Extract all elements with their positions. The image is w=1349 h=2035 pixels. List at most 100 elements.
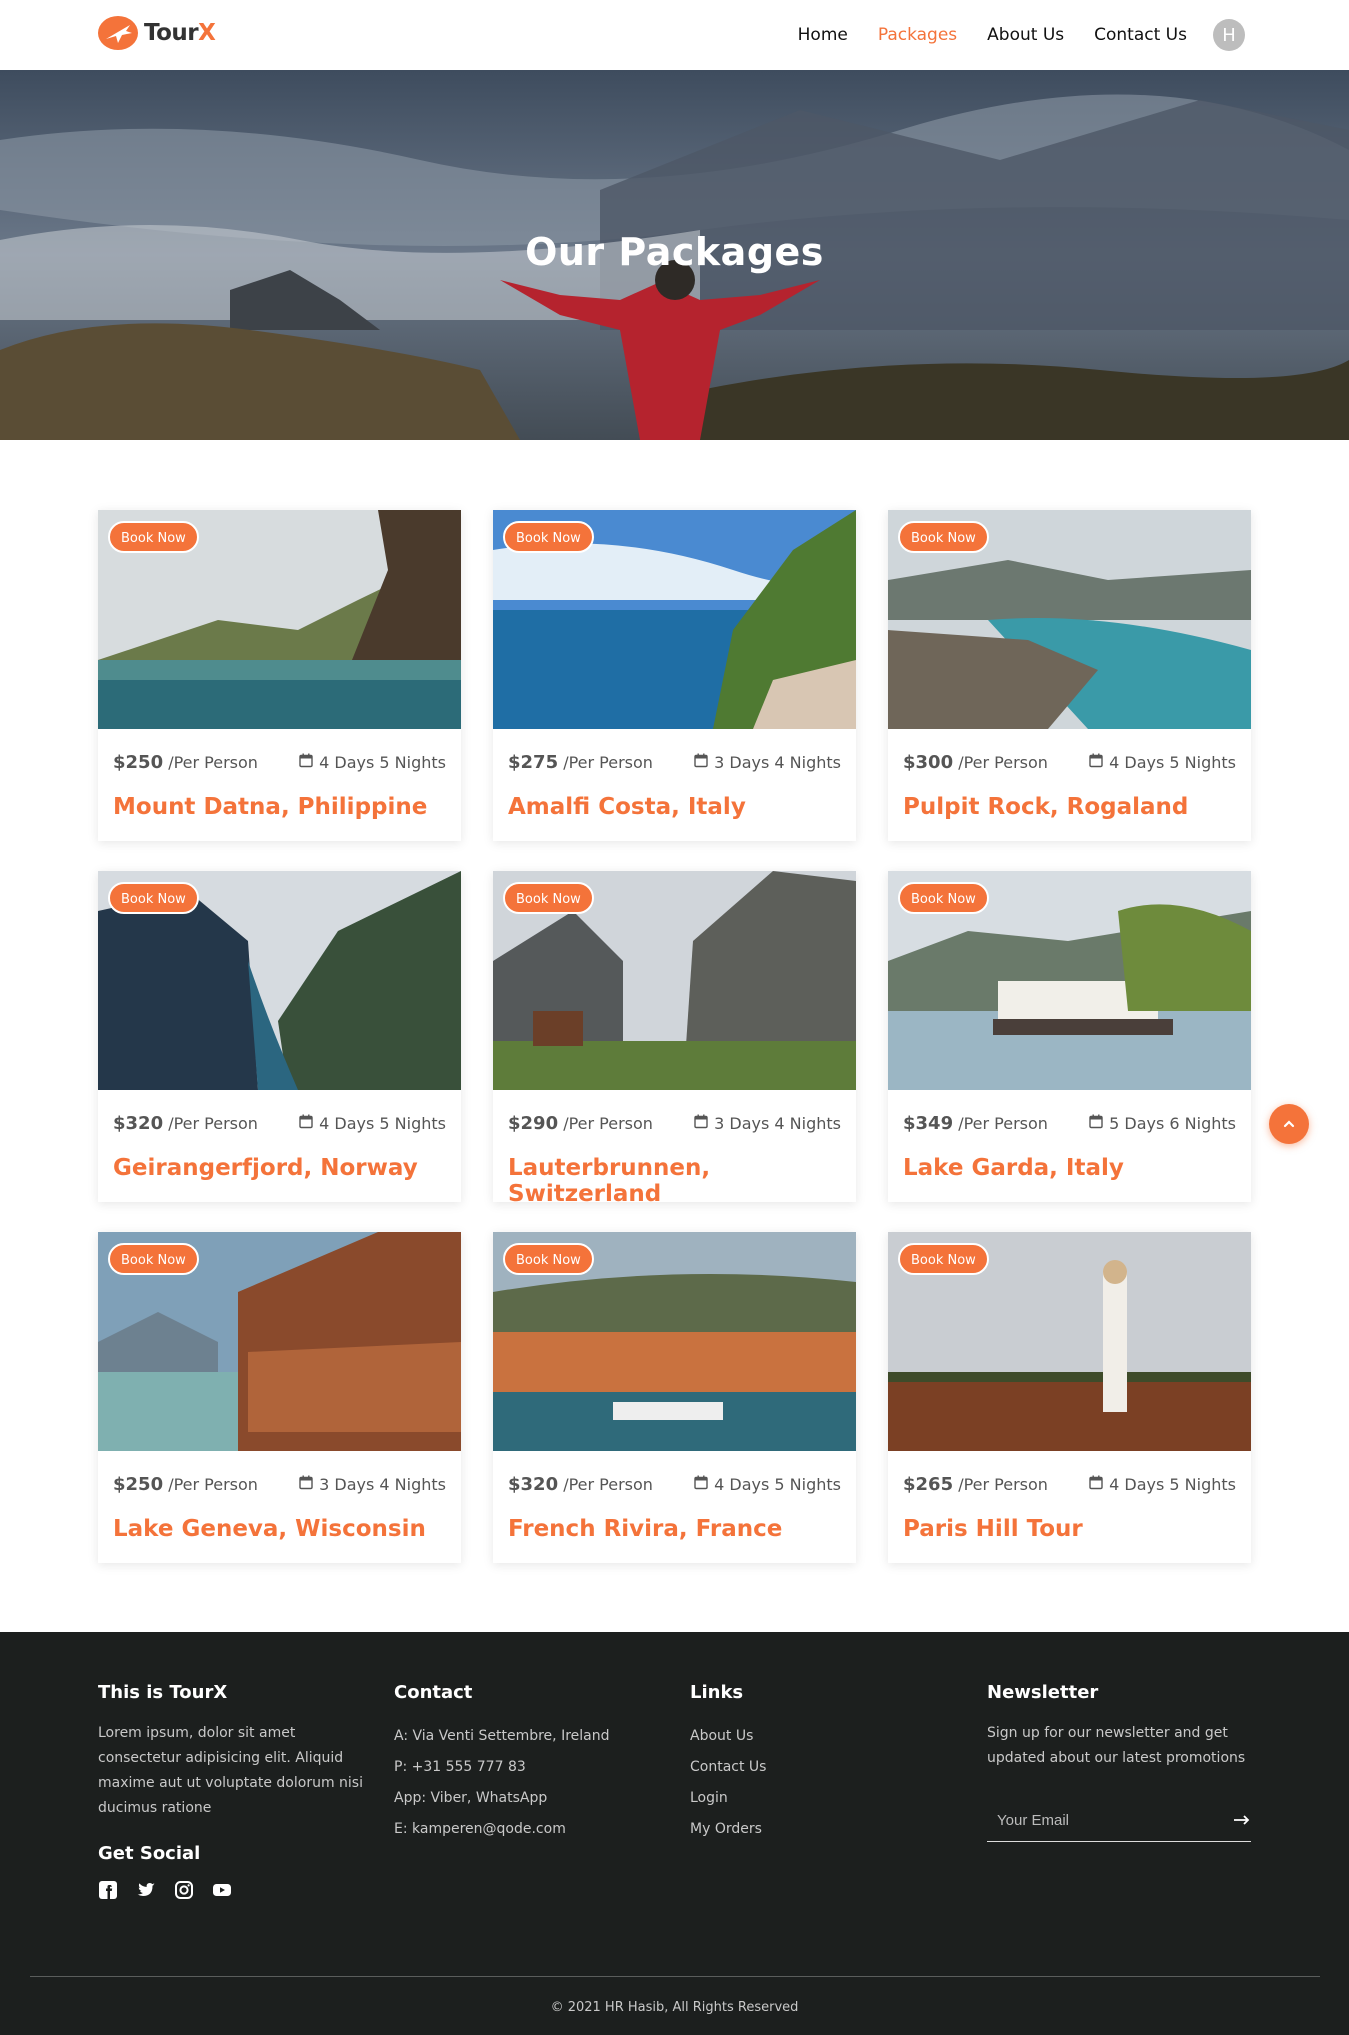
package-title[interactable]: French Rivira, France <box>508 1516 782 1542</box>
package-price-unit: /Per Person <box>958 1113 1048 1133</box>
package-title[interactable]: Pulpit Rock, Rogaland <box>903 794 1188 820</box>
footer-about-heading: This is TourX <box>98 1682 228 1703</box>
package-duration: 3 Days 4 Nights <box>714 752 841 772</box>
package-price-unit: /Per Person <box>168 1113 258 1133</box>
footer-link-login[interactable]: Login <box>690 1783 890 1814</box>
package-card[interactable]: Book Now $320 /Per Person 4 Days 5 Nights F… <box>493 1232 856 1563</box>
footer-newsletter-heading: Newsletter <box>987 1682 1099 1703</box>
footer-about-text: Lorem ipsum, dolor sit amet consectetur … <box>98 1725 363 1816</box>
contact-email: E: kamperen@qode.com <box>394 1821 566 1837</box>
package-price: $250 <box>113 1473 164 1495</box>
chevron-up-icon <box>1283 1120 1295 1128</box>
nav-link-home[interactable]: Home <box>798 25 848 45</box>
footer-links: Links About Us Contact Us Login My Order… <box>690 1682 890 1845</box>
package-duration: 5 Days 6 Nights <box>1109 1113 1236 1133</box>
nav-link-contact-us[interactable]: Contact Us <box>1094 25 1187 45</box>
facebook-icon[interactable] <box>98 1880 118 1900</box>
package-duration: 3 Days 4 Nights <box>714 1113 841 1133</box>
book-now-button[interactable]: Book Now <box>108 1243 199 1275</box>
package-meta: $349 /Per Person 5 Days 6 Nights <box>903 1111 1236 1135</box>
package-card[interactable]: Book Now $250 /Per Person 3 Days 4 Nights L… <box>98 1232 461 1563</box>
package-meta: $320 /Per Person 4 Days 5 Nights <box>508 1472 841 1496</box>
book-now-button[interactable]: Book Now <box>898 1243 989 1275</box>
package-card[interactable]: Book Now $250 /Per Person 4 Days 5 Nights M… <box>98 510 461 841</box>
newsletter-form <box>987 1800 1251 1842</box>
main-nav: Home Packages About Us Contact Us H <box>768 0 1245 70</box>
package-meta: $265 /Per Person 4 Days 5 Nights <box>903 1472 1236 1496</box>
book-now-button[interactable]: Book Now <box>503 1243 594 1275</box>
arrow-right-icon[interactable] <box>1233 1811 1251 1830</box>
book-now-button[interactable]: Book Now <box>503 882 594 914</box>
hero-banner: Our Packages <box>0 70 1349 440</box>
calendar-icon <box>1089 1114 1103 1133</box>
package-duration: 4 Days 5 Nights <box>319 752 446 772</box>
book-now-button[interactable]: Book Now <box>108 882 199 914</box>
package-price: $250 <box>113 751 164 773</box>
package-duration: 4 Days 5 Nights <box>319 1113 446 1133</box>
package-price: $320 <box>508 1473 559 1495</box>
package-card[interactable]: Book Now $275 /Per Person 3 Days 4 Nights A… <box>493 510 856 841</box>
copyright-text: © 2021 HR Hasib, All Rights Reserved <box>550 2000 799 2015</box>
footer-link-about-us[interactable]: About Us <box>690 1721 890 1752</box>
footer-contact: Contact A: Via Venti Settembre, Ireland … <box>394 1682 654 1845</box>
scroll-to-top-button[interactable] <box>1269 1104 1309 1144</box>
youtube-icon[interactable] <box>212 1880 232 1900</box>
package-price-unit: /Per Person <box>168 752 258 772</box>
calendar-icon <box>299 1475 313 1494</box>
package-meta: $290 /Per Person 3 Days 4 Nights <box>508 1111 841 1135</box>
footer-divider <box>30 1976 1320 1977</box>
package-title[interactable]: Geirangerfjord, Norway <box>113 1155 418 1181</box>
logo-plane-icon <box>98 16 138 50</box>
package-meta: $320 /Per Person 4 Days 5 Nights <box>113 1111 446 1135</box>
calendar-icon <box>299 753 313 772</box>
package-duration: 4 Days 5 Nights <box>1109 752 1236 772</box>
package-title[interactable]: Lake Geneva, Wisconsin <box>113 1516 426 1542</box>
footer-links-heading: Links <box>690 1682 744 1703</box>
package-price: $320 <box>113 1112 164 1134</box>
calendar-icon <box>1089 1475 1103 1494</box>
newsletter-email-input[interactable] <box>987 1812 1187 1829</box>
twitter-icon[interactable] <box>136 1880 156 1900</box>
instagram-icon[interactable] <box>174 1880 194 1900</box>
package-price-unit: /Per Person <box>563 1474 653 1494</box>
package-title[interactable]: Amalfi Costa, Italy <box>508 794 746 820</box>
calendar-icon <box>1089 753 1103 772</box>
package-duration: 4 Days 5 Nights <box>1109 1474 1236 1494</box>
nav-link-about-us[interactable]: About Us <box>987 25 1064 45</box>
calendar-icon <box>694 1475 708 1494</box>
book-now-button[interactable]: Book Now <box>503 521 594 553</box>
book-now-button[interactable]: Book Now <box>898 882 989 914</box>
brand-name-accent: X <box>198 20 216 46</box>
package-card[interactable]: Book Now $320 /Per Person 4 Days 5 Nights G… <box>98 871 461 1202</box>
footer-contact-heading: Contact <box>394 1682 473 1703</box>
package-title[interactable]: Lauterbrunnen, Switzerland <box>508 1155 856 1207</box>
package-meta: $250 /Per Person 4 Days 5 Nights <box>113 750 446 774</box>
package-title[interactable]: Lake Garda, Italy <box>903 1155 1124 1181</box>
footer-about: This is TourX Lorem ipsum, dolor sit ame… <box>98 1682 368 1900</box>
navbar: TourX Home Packages About Us Contact Us … <box>0 0 1349 70</box>
package-card[interactable]: Book Now $265 /Per Person 4 Days 5 Nights P… <box>888 1232 1251 1563</box>
nav-link-packages[interactable]: Packages <box>878 25 957 45</box>
calendar-icon <box>694 753 708 772</box>
package-card[interactable]: Book Now $349 /Per Person 5 Days 6 Nights L… <box>888 871 1251 1202</box>
package-price: $275 <box>508 751 559 773</box>
package-title[interactable]: Paris Hill Tour <box>903 1516 1083 1542</box>
package-price: $290 <box>508 1112 559 1134</box>
package-price: $300 <box>903 751 954 773</box>
contact-address: A: Via Venti Settembre, Ireland <box>394 1728 610 1744</box>
footer-newsletter: Newsletter Sign up for our newsletter an… <box>987 1682 1251 1771</box>
user-avatar[interactable]: H <box>1213 19 1245 51</box>
package-title[interactable]: Mount Datna, Philippine <box>113 794 427 820</box>
book-now-button[interactable]: Book Now <box>108 521 199 553</box>
book-now-button[interactable]: Book Now <box>898 521 989 553</box>
package-meta: $275 /Per Person 3 Days 4 Nights <box>508 750 841 774</box>
package-price-unit: /Per Person <box>958 752 1048 772</box>
footer-link-my-orders[interactable]: My Orders <box>690 1814 890 1845</box>
package-price-unit: /Per Person <box>563 752 653 772</box>
package-duration: 3 Days 4 Nights <box>319 1474 446 1494</box>
package-card[interactable]: Book Now $290 /Per Person 3 Days 4 Nights L… <box>493 871 856 1207</box>
brand-logo[interactable]: TourX <box>98 16 216 50</box>
social-links <box>98 1880 368 1900</box>
footer-link-contact-us[interactable]: Contact Us <box>690 1752 890 1783</box>
package-card[interactable]: Book Now $300 /Per Person 4 Days 5 Nights P… <box>888 510 1251 841</box>
